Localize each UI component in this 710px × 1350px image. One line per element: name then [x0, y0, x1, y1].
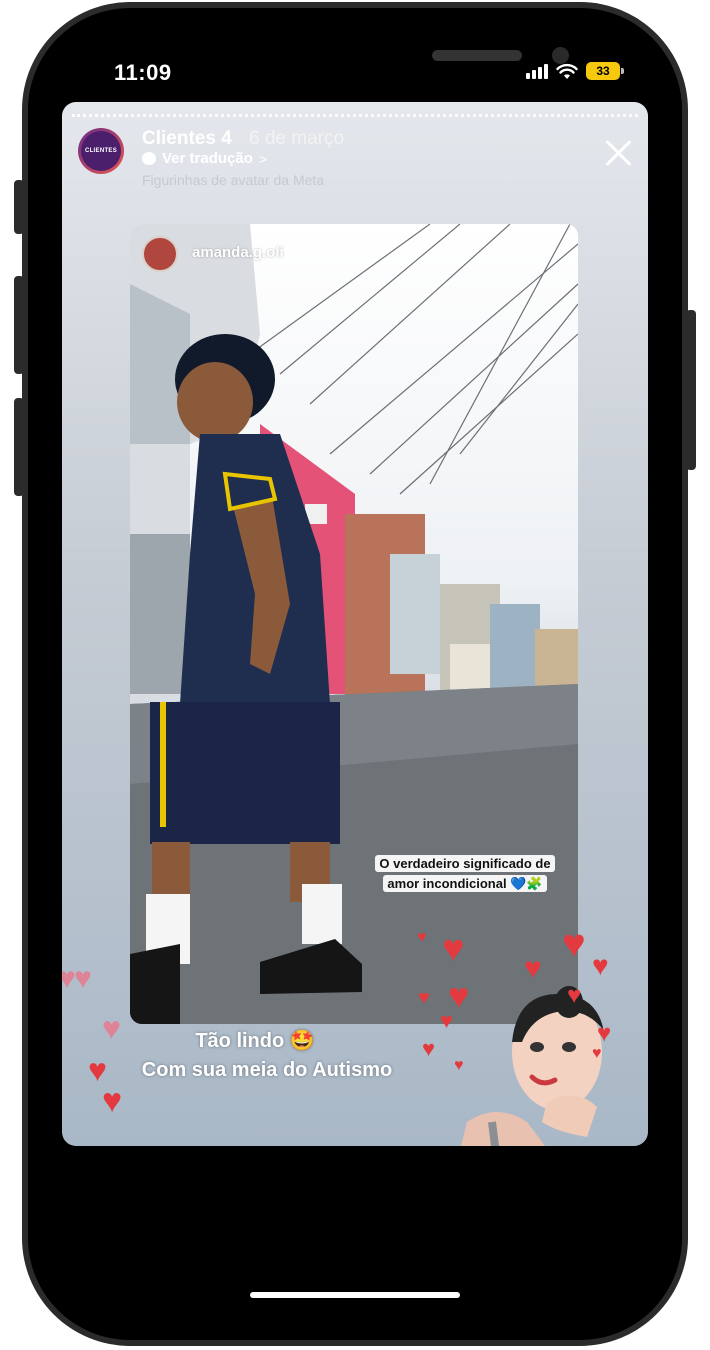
story-caption-line-2: Com sua meia do Autismo: [141, 1059, 393, 1081]
wifi-icon: [556, 63, 578, 79]
story-viewer[interactable]: CLIENTES Clientes 4 6 de março Ver tradu…: [62, 102, 648, 1146]
account-name[interactable]: Clientes 4: [142, 128, 232, 150]
heart-icon: ♥: [567, 982, 582, 1009]
translate-link[interactable]: Ver tradução >: [142, 150, 267, 167]
status-time: 11:09: [114, 60, 172, 85]
battery-level: 33: [596, 64, 610, 78]
speaker-grille: [432, 50, 522, 61]
post-date: 6 de março: [249, 128, 345, 149]
heart-icon: ♥: [102, 1082, 123, 1120]
photo-quote: O verdadeiro significado de amor incondi…: [366, 854, 564, 894]
battery-icon: 33: [586, 62, 624, 80]
heart-icon: ♥: [417, 929, 427, 946]
quote-line-1: O verdadeiro significado de: [375, 855, 555, 872]
quote-line-2: amor incondicional 💙🧩: [383, 875, 547, 892]
avatar-label: CLIENTES: [81, 131, 121, 171]
heart-icon: ♥: [597, 1020, 612, 1047]
cellular-signal-icon: [526, 63, 548, 79]
heart-icon: ♥: [418, 987, 430, 1009]
story-progress-bar: [72, 114, 638, 117]
translate-label: Ver tradução: [162, 150, 253, 167]
account-avatar[interactable]: CLIENTES: [78, 128, 124, 174]
heart-icon: ♥: [74, 962, 92, 995]
shared-post-photo[interactable]: amanda.g.oli O verdadeiro significado de…: [130, 224, 578, 1024]
heart-icon: ♥: [524, 952, 542, 985]
story-caption-line-1: Tão lindo 🤩: [195, 1030, 315, 1052]
home-indicator[interactable]: [250, 1292, 460, 1298]
poster-avatar[interactable]: [142, 236, 178, 272]
sticker-attribution: Figurinhas de avatar da Meta: [142, 172, 325, 188]
chevron-right-icon: >: [258, 150, 268, 167]
close-icon[interactable]: [602, 136, 634, 168]
heart-icon: ♥: [562, 922, 586, 966]
poster-username[interactable]: amanda.g.oli: [192, 244, 284, 261]
phone-screen: 11:09 33 CLIENTES Clientes 4 6 de março …: [62, 40, 648, 1310]
street-scene-illustration: [130, 224, 578, 1024]
heart-icon: ♥: [592, 950, 609, 981]
heart-icon: ♥: [592, 1045, 602, 1062]
notch: [188, 40, 569, 86]
status-icons: 33: [526, 62, 624, 80]
heart-icon: ♥: [442, 928, 465, 970]
chat-bubble-icon: [142, 152, 156, 165]
